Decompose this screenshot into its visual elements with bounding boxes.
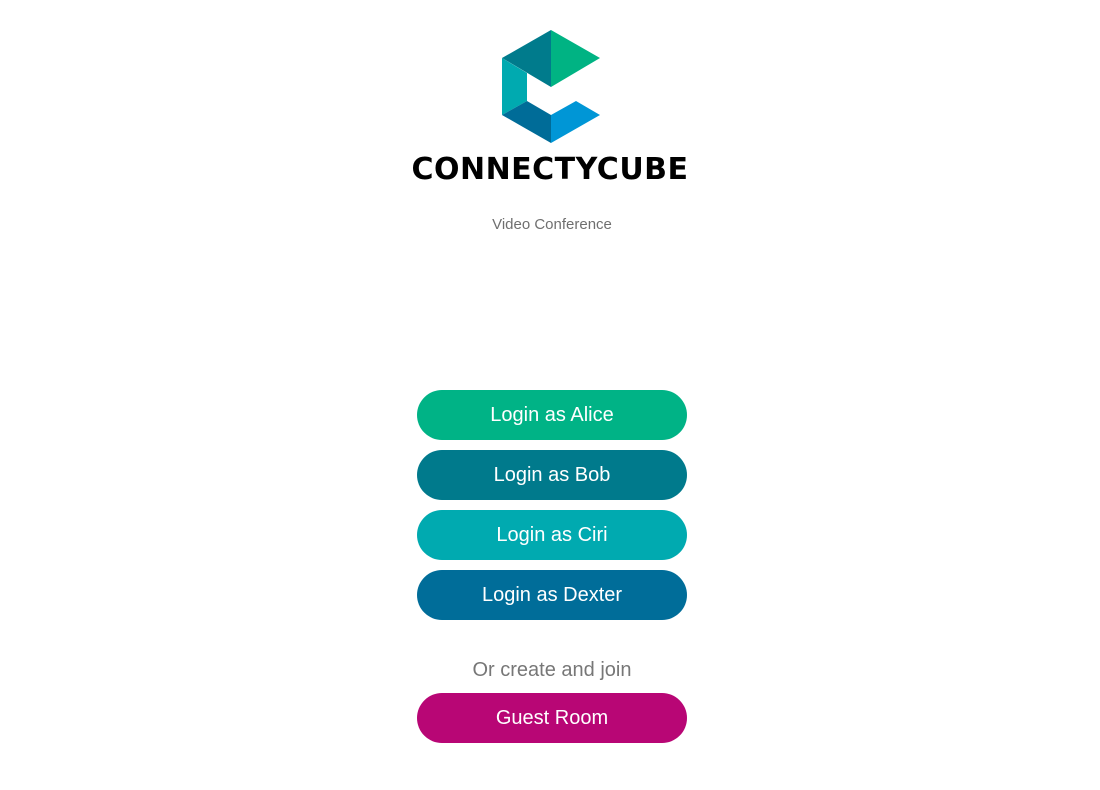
guest-section: Guest Room — [417, 693, 687, 753]
login-ciri-button[interactable]: Login as Ciri — [417, 510, 687, 560]
connectycube-logo-icon — [502, 30, 600, 143]
logo-bottom-right-facet — [551, 101, 600, 143]
login-alice-button[interactable]: Login as Alice — [417, 390, 687, 440]
guest-room-button[interactable]: Guest Room — [417, 693, 687, 743]
login-button-list: Login as Alice Login as Bob Login as Cir… — [417, 390, 687, 630]
login-bob-button[interactable]: Login as Bob — [417, 450, 687, 500]
brand-name: CONNECTYCUBE — [411, 152, 689, 187]
guest-prompt: Or create and join — [472, 659, 632, 681]
logo-top-right-facet — [551, 30, 600, 87]
login-dexter-button[interactable]: Login as Dexter — [417, 570, 687, 620]
page-subtitle: Video Conference — [492, 216, 612, 233]
login-screen: CONNECTYCUBE Video Conference Login as A… — [0, 0, 1100, 790]
